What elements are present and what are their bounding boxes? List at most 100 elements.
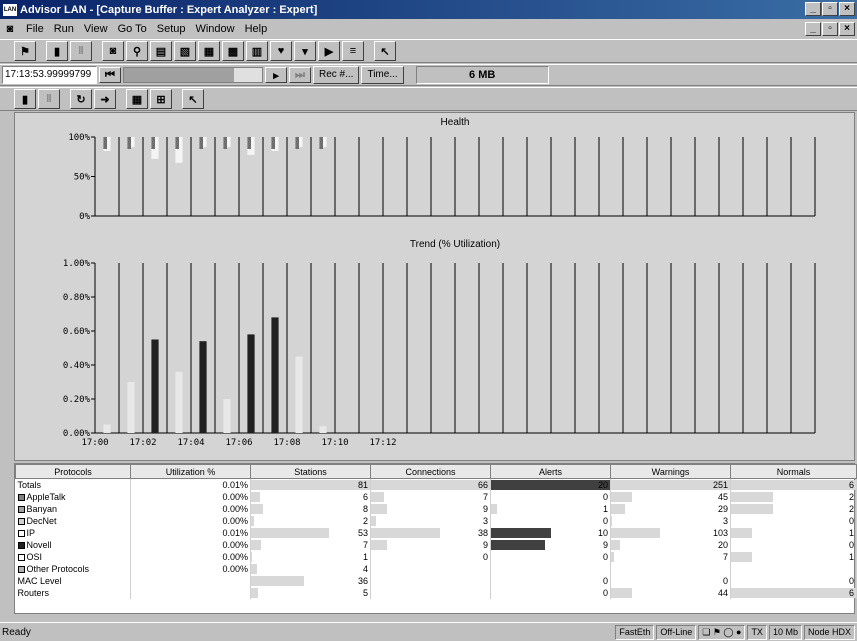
- stop-icon[interactable]: ▮: [46, 41, 68, 61]
- y-tick-label: 0.20%: [63, 395, 91, 405]
- time-button[interactable]: Time...: [361, 66, 404, 84]
- menu-file[interactable]: File: [21, 23, 49, 35]
- value-bar: [491, 480, 610, 490]
- pointer-icon[interactable]: ↖: [374, 41, 396, 61]
- pause-view-icon[interactable]: ‖: [38, 89, 60, 109]
- column-header[interactable]: Stations: [250, 464, 371, 479]
- column-header[interactable]: Utilization %: [130, 464, 251, 479]
- table-row[interactable]: Novell 0.00% 7 9 9 20 0: [15, 538, 857, 551]
- cell-stations: 81: [250, 478, 371, 491]
- protocol-name: OSI: [15, 550, 131, 563]
- window-title: Advisor LAN - [Capture Buffer : Expert A…: [20, 3, 318, 16]
- scroll-thumb[interactable]: [124, 68, 234, 82]
- chart-icon[interactable]: ▥: [246, 41, 268, 61]
- cell-warnings: 3: [610, 514, 731, 527]
- column-header[interactable]: Connections: [370, 464, 491, 479]
- value-bar: [731, 587, 856, 598]
- chart-title: Health: [441, 117, 470, 128]
- data-bar: [103, 137, 107, 149]
- table-row[interactable]: Totals 0.01% 81 66 20 251 6: [15, 478, 857, 491]
- zoom-icon[interactable]: ⊞: [150, 89, 172, 109]
- run-icon[interactable]: ⚑: [14, 41, 36, 61]
- buffer-size: 6 MB: [415, 66, 549, 84]
- dropdown-icon[interactable]: ▾: [294, 41, 316, 61]
- time-field[interactable]: 17:13:53.99999799: [2, 66, 97, 84]
- rec-button[interactable]: Rec #...: [313, 66, 360, 84]
- fast-forward-icon[interactable]: ⏭: [289, 67, 311, 83]
- cell-normals: 0: [730, 538, 857, 551]
- app-icon: LAN: [3, 3, 17, 16]
- column-header[interactable]: Warnings: [610, 464, 731, 479]
- filter-icon[interactable]: ⚲: [126, 41, 148, 61]
- value-bar: [371, 539, 388, 550]
- select-icon[interactable]: ↖: [182, 89, 204, 109]
- table-row[interactable]: Other Protocols 0.00% 4: [15, 562, 857, 575]
- cell-connections: [370, 574, 491, 587]
- menu-setup[interactable]: Setup: [152, 23, 191, 35]
- table-row[interactable]: Banyan 0.00% 8 9 1 29 2: [15, 502, 857, 515]
- list-icon[interactable]: ≡: [342, 41, 364, 61]
- menu-bar: ◙ File Run View Go To Setup Window Help …: [0, 19, 857, 39]
- data-bar: [175, 137, 179, 149]
- trigger-icon[interactable]: ▦: [198, 41, 220, 61]
- column-header[interactable]: Alerts: [490, 464, 611, 479]
- playback-icon[interactable]: ▶: [318, 41, 340, 61]
- cell-warnings: 0: [610, 574, 731, 587]
- menu-window[interactable]: Window: [190, 23, 239, 35]
- column-header[interactable]: Normals: [730, 464, 857, 479]
- child-close-button[interactable]: ×: [839, 22, 855, 36]
- table-row[interactable]: AppleTalk 0.00% 6 7 0 45 2: [15, 490, 857, 503]
- cell-warnings: 251: [610, 478, 731, 491]
- value-bar: [731, 503, 773, 514]
- protocol-name: IP: [15, 526, 131, 539]
- menu-goto[interactable]: Go To: [113, 23, 152, 35]
- document-icon[interactable]: ◙: [2, 22, 18, 36]
- cell-alerts: 9: [490, 538, 611, 551]
- decode-icon[interactable]: ▧: [174, 41, 196, 61]
- menu-run[interactable]: Run: [49, 23, 79, 35]
- table-row[interactable]: MAC Level 36 0 0 0: [15, 574, 857, 587]
- y-tick-label: 0.60%: [63, 327, 91, 337]
- buffer-scrollbar[interactable]: [123, 67, 263, 83]
- close-button[interactable]: ×: [839, 2, 855, 16]
- rewind-icon[interactable]: ⏮: [99, 67, 121, 83]
- child-restore-button[interactable]: ▫: [822, 22, 838, 36]
- value-bar: [251, 515, 254, 526]
- value-bar: [251, 491, 260, 502]
- table-row[interactable]: DecNet 0.00% 2 3 0 3 0: [15, 514, 857, 527]
- value-bar: [611, 551, 615, 562]
- charts-svg: Health0%50%100%Trend (% Utilization)0.00…: [63, 117, 816, 448]
- table-row[interactable]: Routers 5 0 44 6: [15, 586, 857, 599]
- table-row[interactable]: OSI 0.00% 1 0 0 7 1: [15, 550, 857, 563]
- grid-icon[interactable]: ▦: [126, 89, 148, 109]
- status-icons: ❏ ⚑ ◯ ●: [698, 624, 746, 640]
- pause-icon[interactable]: ‖: [70, 41, 92, 61]
- x-tick-label: 17:12: [369, 438, 396, 448]
- stats-icon[interactable]: ▤: [150, 41, 172, 61]
- data-bar: [151, 137, 155, 149]
- status-mode: Off-Line: [656, 624, 697, 640]
- child-minimize-button[interactable]: _: [805, 22, 821, 36]
- menu-view[interactable]: View: [79, 23, 113, 35]
- cell-alerts: 0: [490, 586, 611, 599]
- health-icon[interactable]: ♥: [270, 41, 292, 61]
- protocol-swatch: [17, 493, 25, 501]
- stop-view-icon[interactable]: ▮: [14, 89, 36, 109]
- minimize-button[interactable]: _: [805, 2, 821, 16]
- cell-normals: 0: [730, 574, 857, 587]
- refresh-icon[interactable]: ↻: [70, 89, 92, 109]
- step-forward-icon[interactable]: ▸: [265, 67, 287, 83]
- maximize-button[interactable]: ▫: [822, 2, 838, 16]
- value-bar: [611, 587, 632, 598]
- value-bar: [611, 491, 633, 502]
- column-header[interactable]: Protocols: [15, 464, 131, 479]
- value-bar: [251, 575, 304, 586]
- export-icon[interactable]: ➜: [94, 89, 116, 109]
- table-row[interactable]: IP 0.01% 53 38 10 103 1: [15, 526, 857, 539]
- cell-stations: 5: [250, 586, 371, 599]
- menu-help[interactable]: Help: [240, 23, 273, 35]
- expert-icon[interactable]: ◙: [102, 41, 124, 61]
- value-bar: [611, 539, 621, 550]
- value-bar: [491, 539, 545, 550]
- capture-icon[interactable]: ▩: [222, 41, 244, 61]
